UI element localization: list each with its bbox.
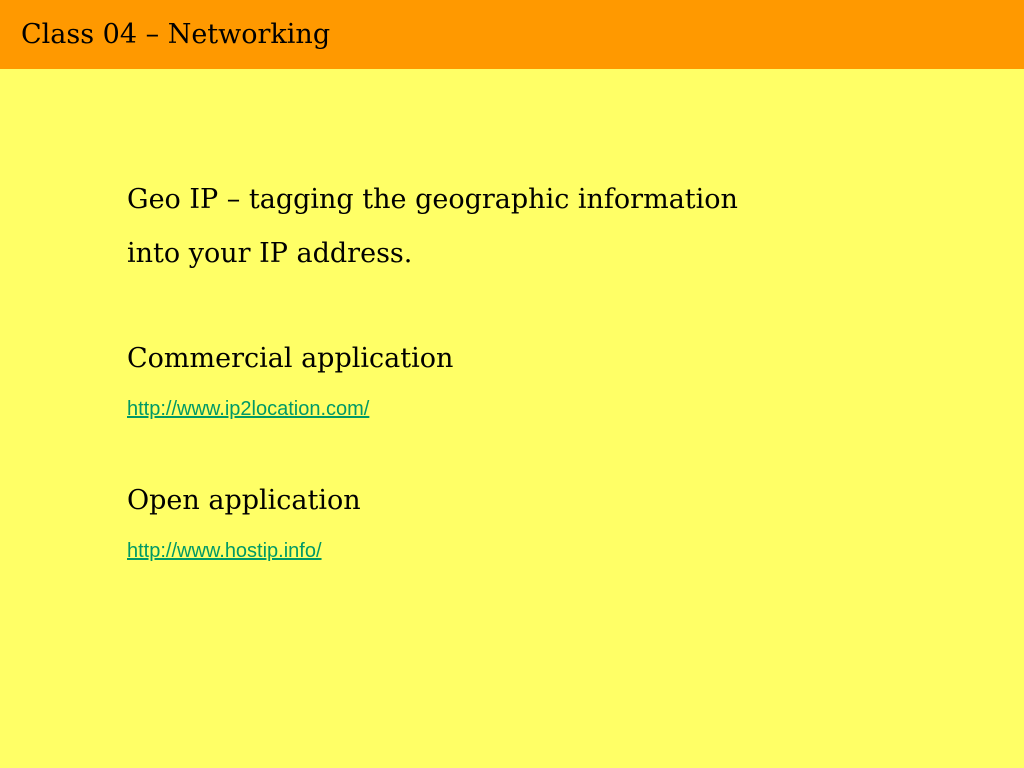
open-heading: Open application bbox=[127, 485, 361, 516]
commercial-heading: Commercial application bbox=[127, 343, 454, 374]
commercial-link[interactable]: http://www.ip2location.com/ bbox=[127, 396, 369, 422]
open-link[interactable]: http://www.hostip.info/ bbox=[127, 538, 322, 564]
intro-line-1: Geo IP – tagging the geographic informat… bbox=[127, 184, 738, 215]
intro-line-2: into your IP address. bbox=[127, 238, 413, 269]
slide-title: Class 04 – Networking bbox=[21, 19, 331, 50]
title-bar: Class 04 – Networking bbox=[0, 0, 1024, 69]
